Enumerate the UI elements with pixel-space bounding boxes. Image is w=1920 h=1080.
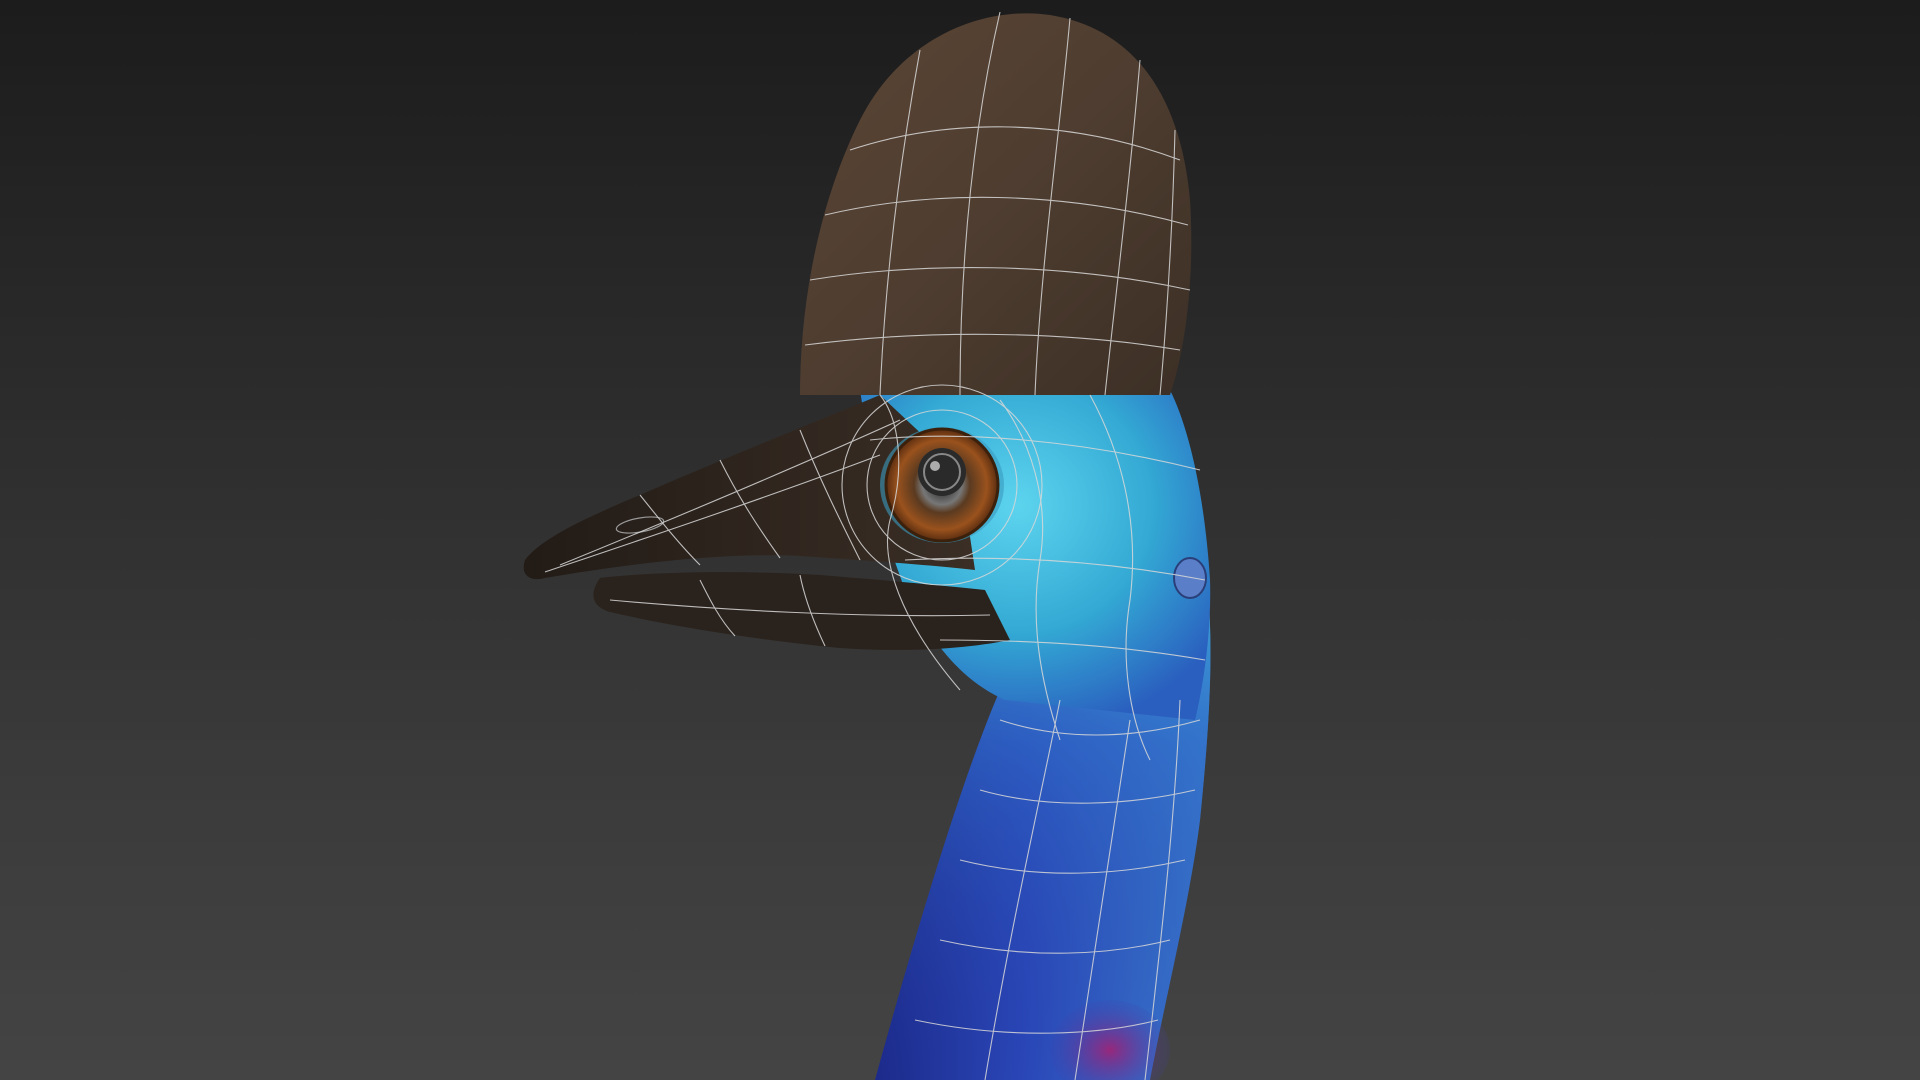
eye <box>880 427 1004 543</box>
ear-opening <box>1173 557 1207 599</box>
3d-viewport[interactable] <box>0 0 1920 1080</box>
casque <box>800 13 1192 395</box>
cassowary-model <box>523 11 1211 1080</box>
